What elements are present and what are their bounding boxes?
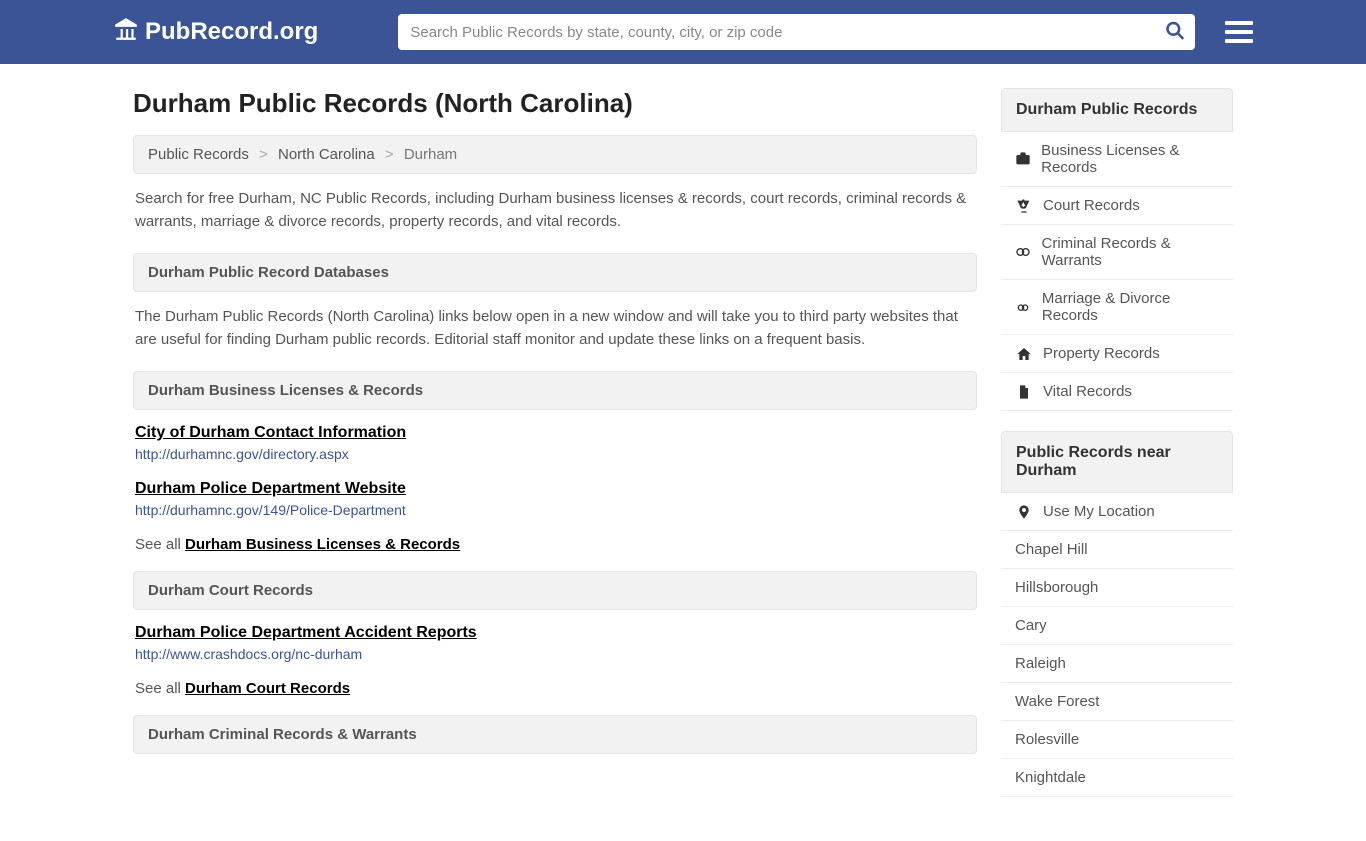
near-place-item: Cary	[1001, 607, 1233, 645]
sidebar-records-header: Durham Public Records	[1001, 88, 1233, 132]
sidebar-category-item: Business Licenses & Records	[1001, 132, 1233, 187]
near-place-link[interactable]: Raleigh	[1015, 655, 1219, 672]
logo-text: PubRecord.org	[145, 18, 318, 46]
search-button[interactable]	[1161, 17, 1189, 48]
rings-icon	[1015, 299, 1032, 315]
sidebar-category-item: Vital Records	[1001, 373, 1233, 411]
breadcrumb-state[interactable]: North Carolina	[278, 146, 375, 163]
see-all-link[interactable]: Durham Business Licenses & Records	[185, 536, 460, 553]
see-all-link[interactable]: Durham Court Records	[185, 680, 350, 697]
use-location-item: Use My Location	[1001, 493, 1233, 531]
main-content: Durham Public Records (North Carolina) P…	[133, 88, 977, 817]
sidebar-category-item: Marriage & Divorce Records	[1001, 280, 1233, 335]
record-title-link[interactable]: City of Durham Contact Information	[135, 424, 975, 442]
record-url[interactable]: http://www.crashdocs.org/nc-durham	[135, 646, 975, 662]
sidebar-category-label: Criminal Records & Warrants	[1042, 235, 1220, 269]
near-place-link[interactable]: Cary	[1015, 617, 1219, 634]
record-item: Durham Police Department Accident Report…	[133, 624, 977, 662]
sidebar-category-label: Court Records	[1043, 197, 1140, 214]
record-url[interactable]: http://durhamnc.gov/directory.aspx	[135, 446, 975, 462]
sidebar-category-item: Criminal Records & Warrants	[1001, 225, 1233, 280]
handcuffs-icon	[1015, 244, 1032, 260]
near-place-item: Hillsborough	[1001, 569, 1233, 607]
see-all: See all Durham Court Records	[133, 680, 977, 697]
site-header: PubRecord.org	[0, 0, 1366, 64]
see-all: See all Durham Business Licenses & Recor…	[133, 536, 977, 553]
use-location-label: Use My Location	[1043, 503, 1155, 520]
near-place-item: Raleigh	[1001, 645, 1233, 683]
intro-text: Search for free Durham, NC Public Record…	[133, 188, 977, 233]
sidebar-category-label: Vital Records	[1043, 383, 1132, 400]
near-place-item: Rolesville	[1001, 721, 1233, 759]
sidebar-category-item: Court Records	[1001, 187, 1233, 225]
search-input[interactable]	[398, 14, 1195, 50]
logo-link[interactable]: PubRecord.org	[113, 16, 318, 49]
pin-icon	[1015, 504, 1033, 520]
breadcrumb-current: Durham	[404, 146, 457, 163]
near-place-link[interactable]: Knightdale	[1015, 769, 1219, 786]
building-icon	[113, 16, 139, 49]
databases-header: Durham Public Record Databases	[133, 253, 977, 292]
sidebar-category-label: Property Records	[1043, 345, 1160, 362]
record-item: City of Durham Contact Information http:…	[133, 424, 977, 462]
section-header: Durham Criminal Records & Warrants	[133, 715, 977, 754]
home-icon	[1015, 346, 1033, 362]
record-title-link[interactable]: Durham Police Department Website	[135, 480, 975, 498]
record-url[interactable]: http://durhamnc.gov/149/Police-Departmen…	[135, 502, 975, 518]
record-item: Durham Police Department Website http://…	[133, 480, 977, 518]
section-header: Durham Business Licenses & Records	[133, 371, 977, 410]
near-place-item: Wake Forest	[1001, 683, 1233, 721]
sidebar-near-header: Public Records near Durham	[1001, 431, 1233, 493]
near-place-link[interactable]: Hillsborough	[1015, 579, 1219, 596]
sidebar-category-link[interactable]: Vital Records	[1015, 383, 1219, 400]
near-place-link[interactable]: Chapel Hill	[1015, 541, 1219, 558]
page-title: Durham Public Records (North Carolina)	[133, 88, 977, 119]
sidebar-category-link[interactable]: Property Records	[1015, 345, 1219, 362]
breadcrumb-sep: >	[385, 146, 394, 163]
hamburger-menu[interactable]	[1225, 21, 1253, 43]
scales-icon	[1015, 198, 1033, 214]
section-header: Durham Court Records	[133, 571, 977, 610]
sidebar-category-link[interactable]: Criminal Records & Warrants	[1015, 235, 1219, 269]
sidebar-category-link[interactable]: Marriage & Divorce Records	[1015, 290, 1219, 324]
use-location-link[interactable]: Use My Location	[1015, 503, 1219, 520]
near-place-item: Knightdale	[1001, 759, 1233, 797]
briefcase-icon	[1015, 151, 1031, 167]
sidebar: Durham Public Records Business Licenses …	[1001, 88, 1233, 817]
search-container	[398, 14, 1195, 50]
file-icon	[1015, 384, 1033, 400]
databases-intro: The Durham Public Records (North Carolin…	[133, 306, 977, 351]
breadcrumb-root[interactable]: Public Records	[148, 146, 249, 163]
near-place-link[interactable]: Wake Forest	[1015, 693, 1219, 710]
near-list: Use My Location Chapel Hill Hillsborough Ca…	[1001, 493, 1233, 797]
sidebar-category-link[interactable]: Business Licenses & Records	[1015, 142, 1219, 176]
search-icon	[1165, 29, 1185, 44]
sidebar-category-link[interactable]: Court Records	[1015, 197, 1219, 214]
breadcrumb: Public Records > North Carolina > Durham	[133, 135, 977, 174]
sidebar-category-label: Marriage & Divorce Records	[1042, 290, 1219, 324]
near-place-item: Chapel Hill	[1001, 531, 1233, 569]
breadcrumb-sep: >	[259, 146, 268, 163]
record-title-link[interactable]: Durham Police Department Accident Report…	[135, 624, 975, 642]
sidebar-category-label: Business Licenses & Records	[1041, 142, 1219, 176]
categories-list: Business Licenses & Records Court Records…	[1001, 132, 1233, 411]
near-place-link[interactable]: Rolesville	[1015, 731, 1219, 748]
sidebar-category-item: Property Records	[1001, 335, 1233, 373]
